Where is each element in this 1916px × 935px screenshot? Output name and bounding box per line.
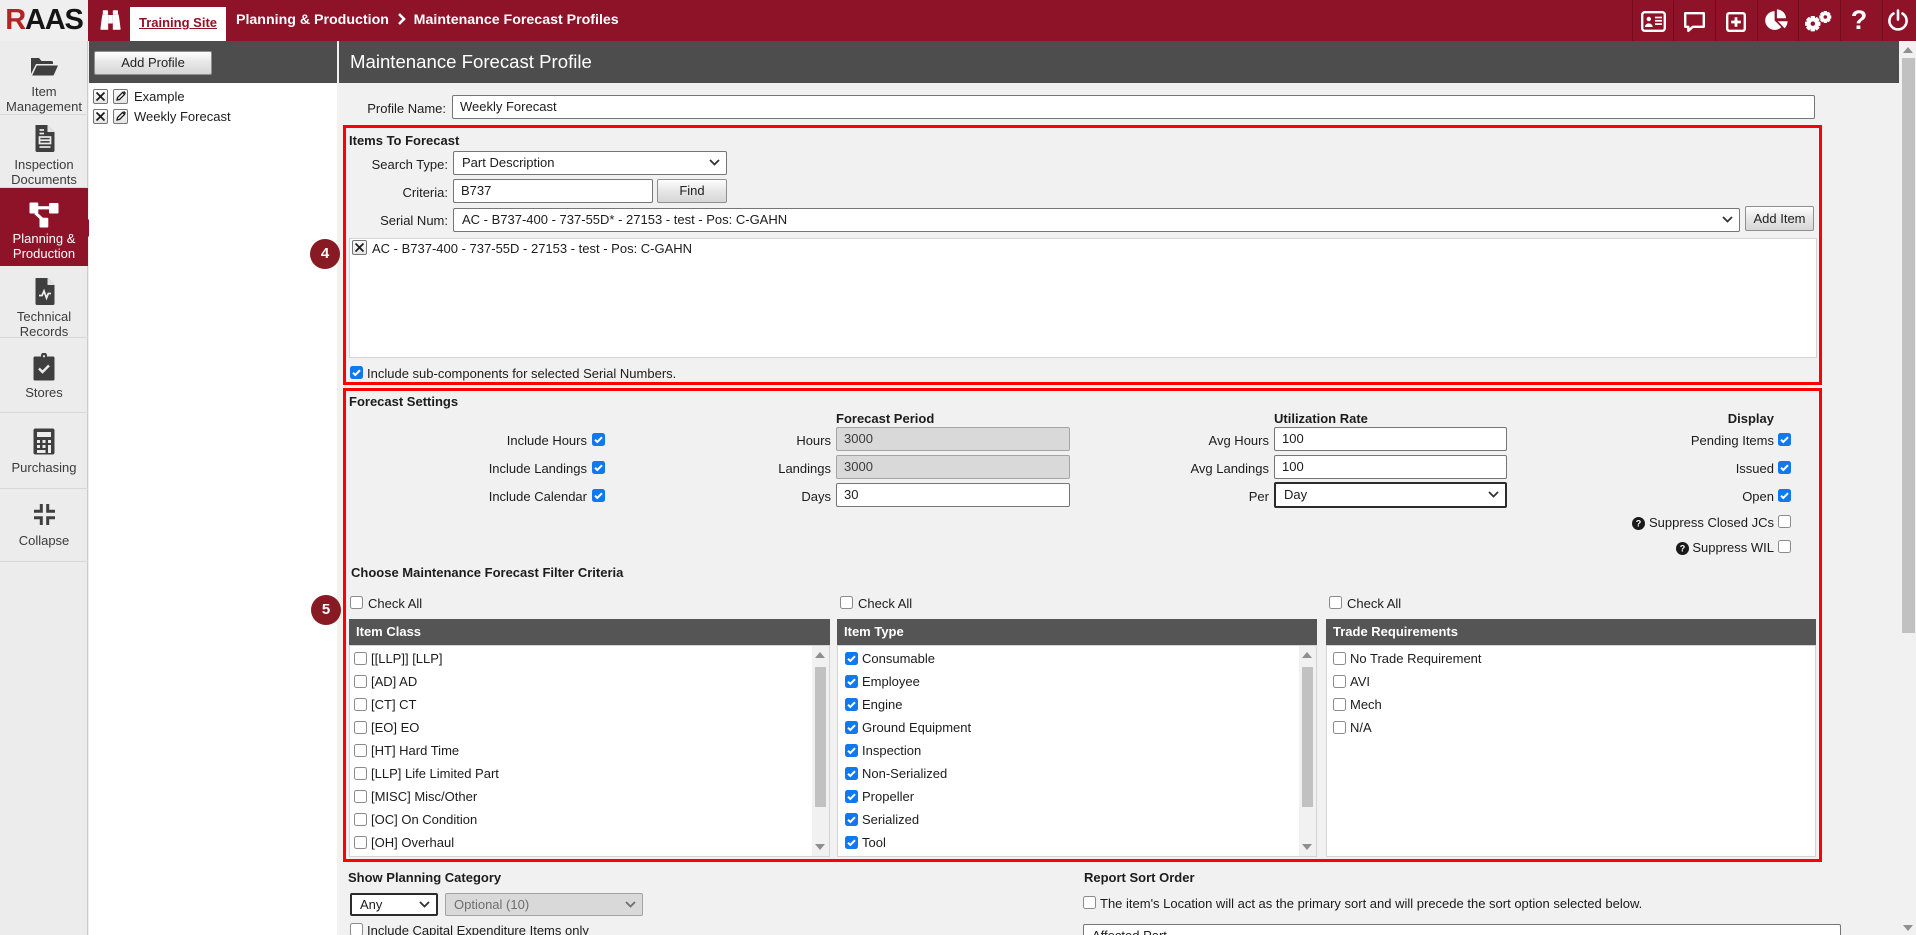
svg-text:?: ? xyxy=(1636,519,1642,529)
svg-text:?: ? xyxy=(1679,544,1685,554)
